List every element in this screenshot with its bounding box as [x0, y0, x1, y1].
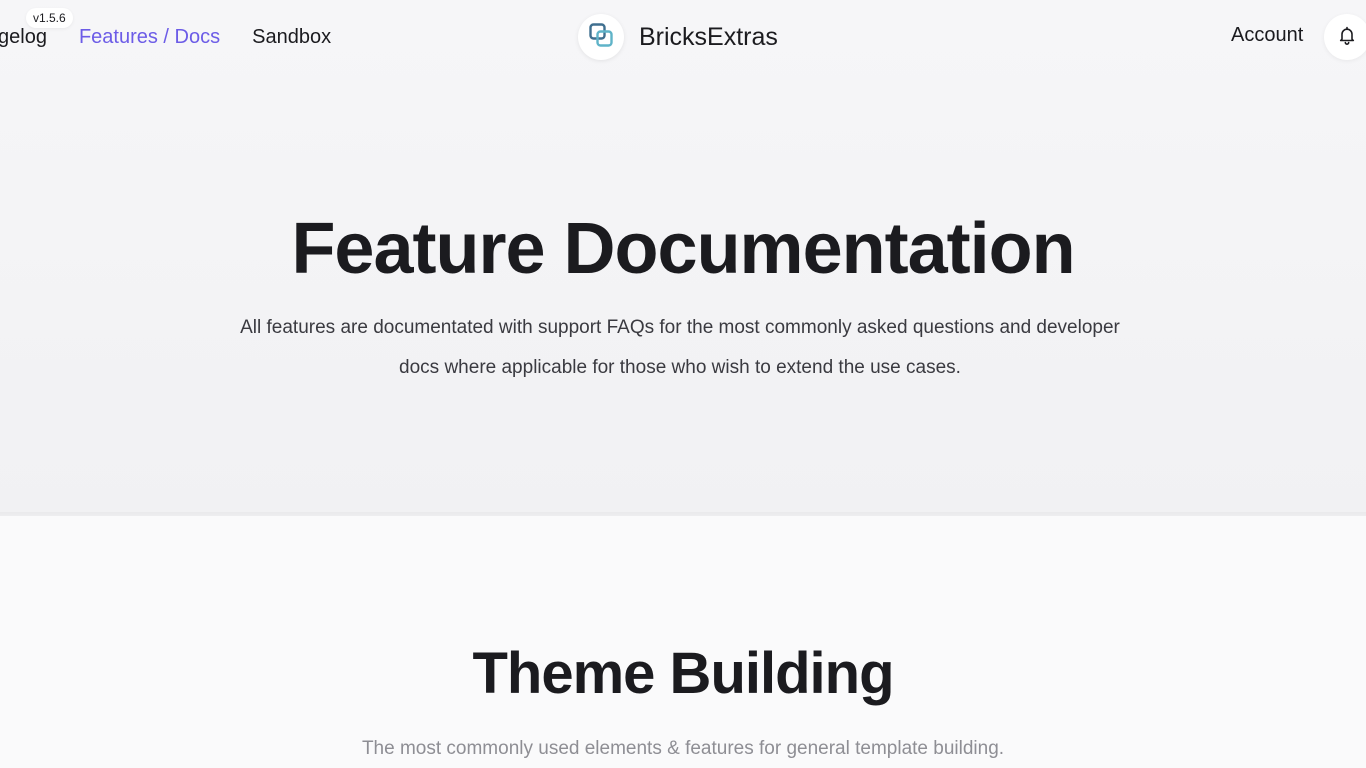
page-description: All features are documentated with suppo… — [240, 317, 1120, 378]
nav-link-changelog[interactable]: gelog — [0, 26, 47, 49]
brand-name: BricksExtras — [639, 22, 778, 51]
section-title: Theme Building — [472, 641, 895, 706]
brand-logo — [578, 14, 624, 60]
account-link[interactable]: Account — [1231, 24, 1303, 47]
bell-icon — [1337, 25, 1357, 50]
overlapping-squares-logo-icon — [588, 22, 614, 53]
nav-link-sandbox[interactable]: Sandbox — [252, 26, 331, 49]
version-badge: v1.5.6 — [26, 8, 73, 28]
nav-link-features-docs[interactable]: Features / Docs — [79, 26, 220, 49]
page-title: Feature Documentation — [291, 209, 1075, 289]
page: gelog Features / Docs Sandbox v1.5.6 Bri… — [0, 0, 1366, 768]
section-description: The most commonly used elements & featur… — [361, 738, 1005, 759]
notifications-button[interactable] — [1324, 14, 1366, 60]
brand-link[interactable]: BricksExtras — [578, 14, 778, 60]
